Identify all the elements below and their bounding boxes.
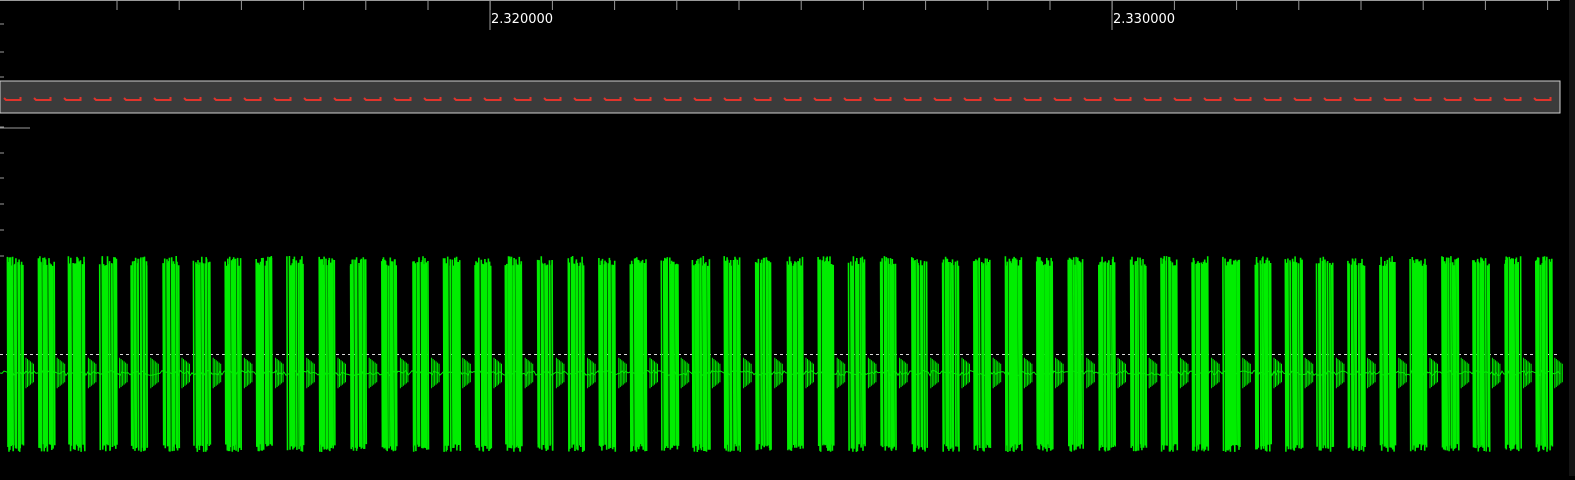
analog-ringdown: [867, 357, 877, 389]
analog-burst: [723, 256, 741, 452]
analog-ringdown: [618, 357, 627, 389]
analog-ringdown: [649, 357, 658, 389]
analog-burst: [286, 255, 305, 452]
time-ruler[interactable]: [0, 0, 1560, 257]
analog-burst: [847, 256, 866, 452]
analog-burst: [504, 256, 523, 452]
analog-ringdown: [1460, 357, 1470, 389]
analog-burst: [1472, 257, 1491, 452]
analog-burst: [972, 257, 992, 452]
analog-ringdown: [1554, 357, 1563, 389]
analog-ringdown: [431, 357, 440, 389]
analog-ringdown: [930, 357, 939, 389]
analog-ringdown: [1429, 357, 1438, 389]
analog-burst: [255, 255, 273, 452]
analog-ringdown: [711, 357, 721, 389]
analog-ringdown: [212, 357, 222, 389]
vertical-scrollbar[interactable]: [1569, 0, 1575, 476]
analog-burst: [349, 257, 368, 451]
analog-ringdown: [836, 357, 846, 389]
analog-burst: [598, 257, 617, 452]
analog-burst: [786, 256, 804, 451]
analog-burst: [629, 257, 648, 452]
analog-burst: [98, 256, 118, 452]
analog-ringdown: [743, 357, 752, 389]
analog-burst: [224, 256, 242, 452]
digital-channel-trace[interactable]: [0, 80, 1561, 114]
analog-burst: [1191, 256, 1210, 452]
analog-ringdown: [680, 357, 690, 389]
analog-burst: [474, 257, 493, 452]
analog-burst: [1441, 256, 1460, 452]
analog-ringdown: [1211, 357, 1220, 389]
analog-ringdown: [399, 357, 409, 389]
analog-burst: [1067, 256, 1084, 452]
analog-burst: [1504, 256, 1522, 452]
analog-burst: [817, 256, 835, 452]
analog-burst: [536, 256, 554, 452]
analog-ringdown: [1242, 357, 1251, 389]
analog-ringdown: [1179, 357, 1189, 389]
analog-ringdown: [524, 357, 534, 389]
analog-ringdown: [1086, 357, 1095, 389]
analog-burst: [1409, 256, 1428, 452]
analog-ringdown: [805, 357, 814, 389]
analog-burst: [162, 255, 181, 452]
time-label-1: 2.320000: [491, 12, 554, 27]
analog-burst: [6, 256, 25, 452]
analog-ringdown: [368, 357, 378, 389]
analog-burst: [1129, 256, 1148, 452]
analog-burst: [381, 257, 398, 452]
analog-burst: [1315, 256, 1335, 452]
analog-burst: [754, 257, 772, 451]
analog-burst: [1379, 256, 1397, 452]
time-label-2: 2.330000: [1113, 12, 1176, 27]
analog-burst: [691, 255, 711, 453]
analog-burst: [660, 257, 680, 451]
analog-burst: [1004, 256, 1023, 453]
analog-burst: [879, 256, 897, 451]
analog-ringdown: [1335, 357, 1345, 389]
analog-burst: [1222, 256, 1241, 452]
analog-channel-trace[interactable]: [0, 255, 1563, 453]
analog-burst: [1284, 256, 1304, 452]
digital-band: [0, 80, 1561, 114]
analog-ringdown: [150, 357, 159, 389]
waveform-canvas[interactable]: [0, 0, 1575, 476]
analog-ringdown: [899, 357, 908, 389]
analog-ringdown: [961, 357, 970, 389]
analog-burst: [1098, 256, 1116, 452]
analog-burst: [911, 257, 928, 452]
analog-ringdown: [25, 357, 34, 389]
analog-ringdown: [1273, 357, 1282, 389]
analog-burst: [941, 256, 960, 452]
analog-burst: [192, 256, 212, 452]
analog-ringdown: [243, 357, 253, 389]
analog-burst: [1254, 256, 1272, 452]
analog-burst: [1035, 256, 1054, 452]
analog-burst: [37, 256, 56, 452]
analog-burst: [1160, 256, 1179, 452]
waveform-viewer: 2.320000 2.330000: [0, 0, 1575, 476]
analog-burst: [1535, 256, 1554, 452]
analog-burst: [67, 256, 86, 452]
analog-ringdown: [462, 357, 471, 389]
analog-burst: [318, 256, 336, 453]
